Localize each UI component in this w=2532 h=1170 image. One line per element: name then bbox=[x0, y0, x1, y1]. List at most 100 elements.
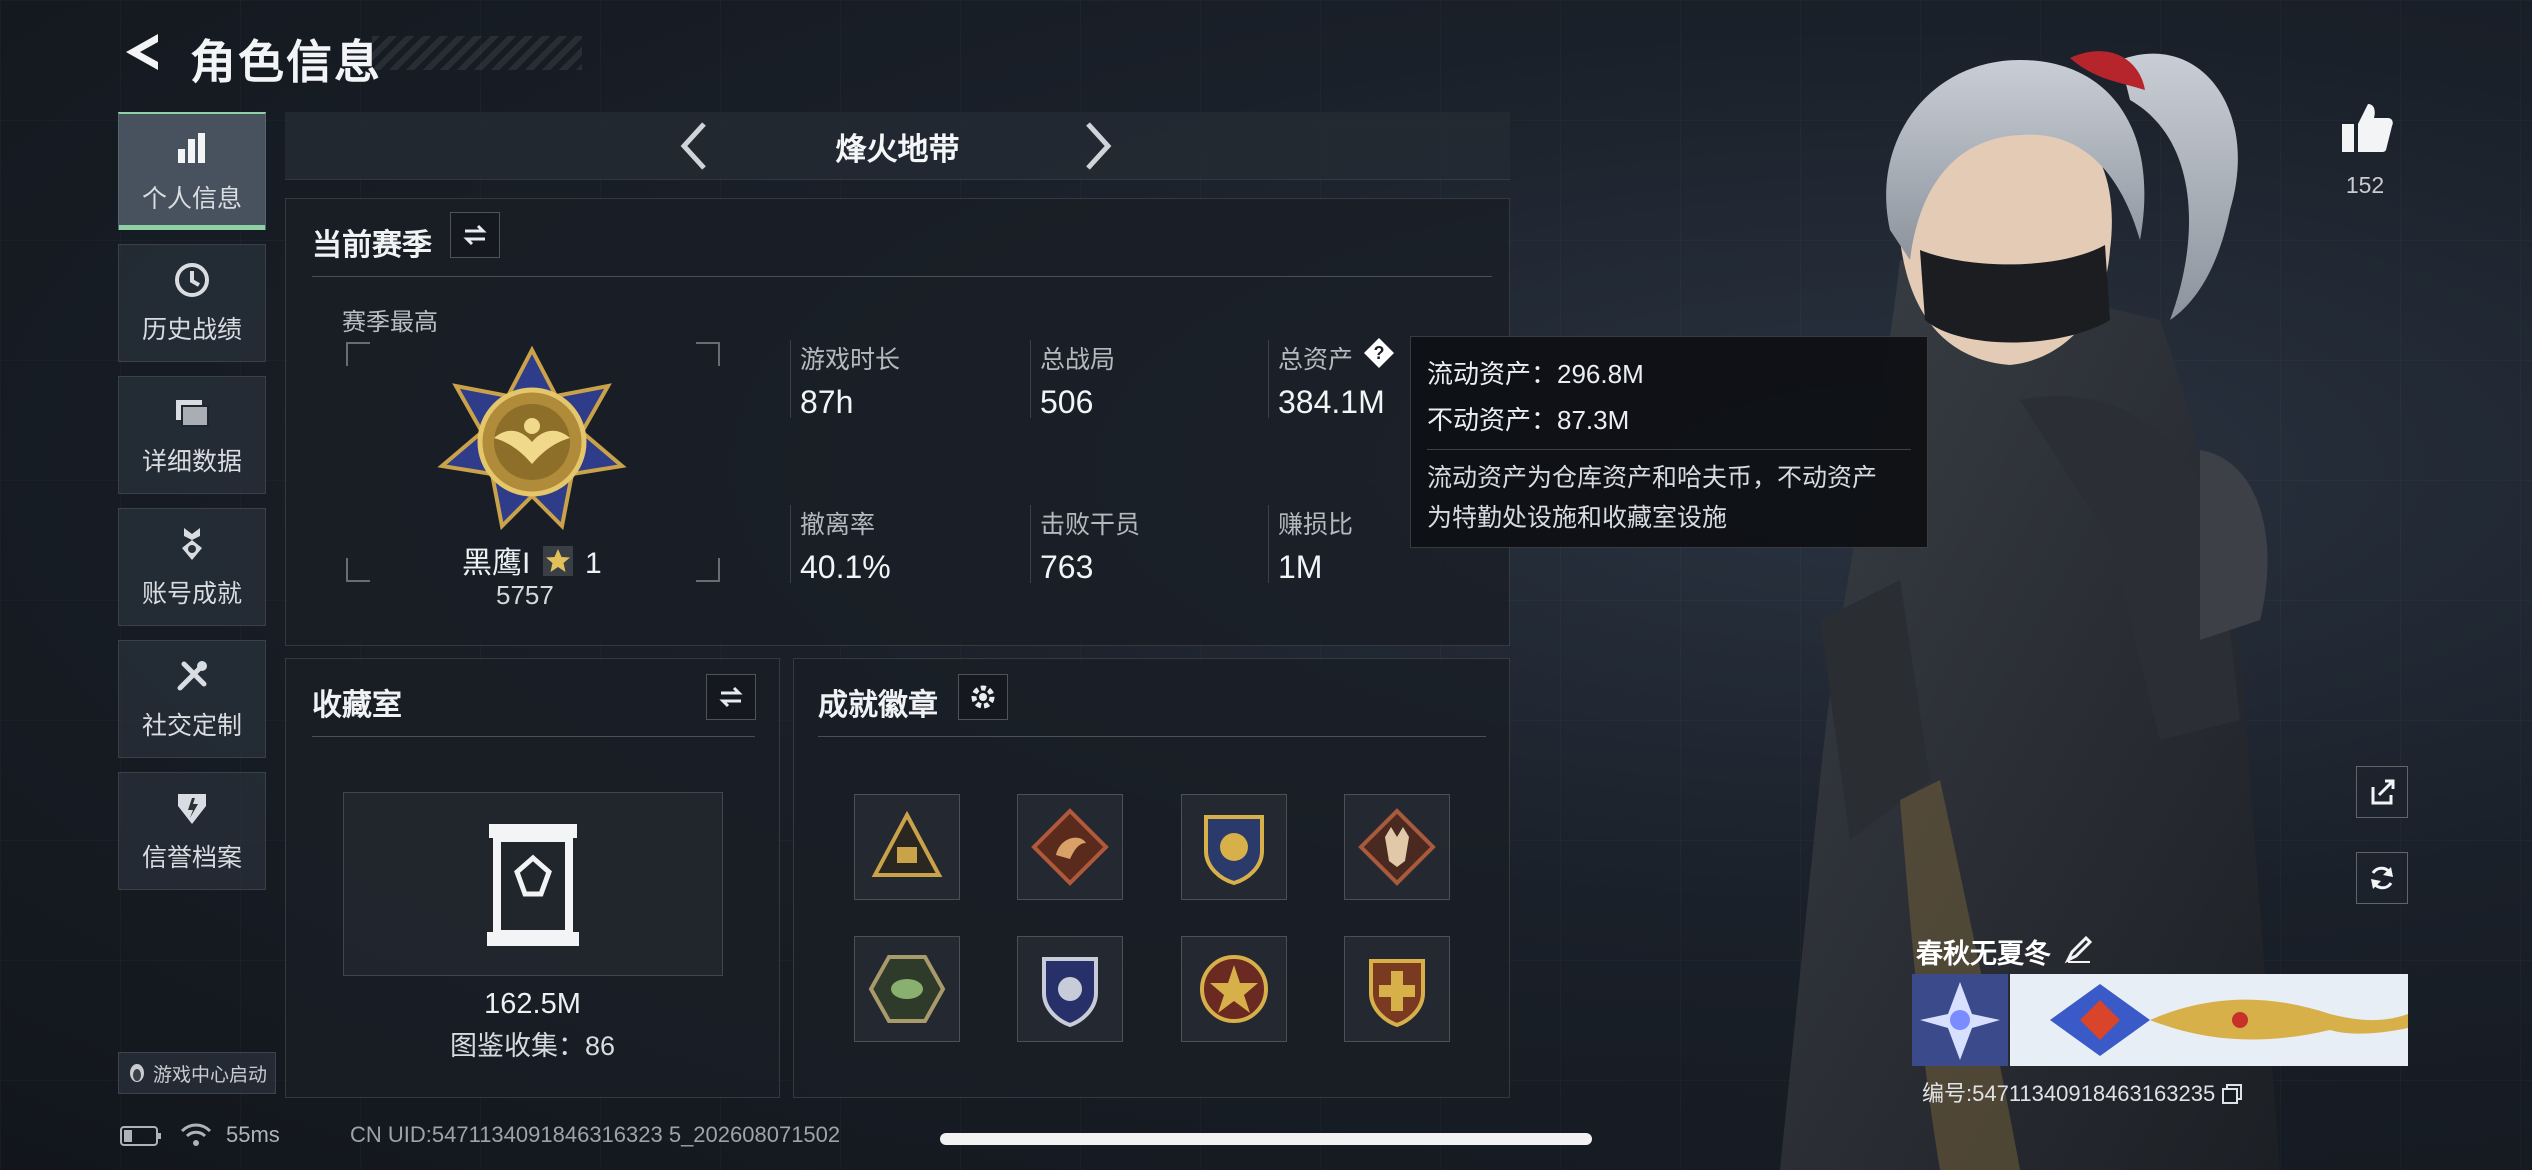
tooltip-liquid-assets: 流动资产：296.8M bbox=[1427, 359, 1644, 389]
penguin-icon bbox=[129, 1064, 144, 1082]
stat-value-total-assets: 384.1M bbox=[1278, 384, 1385, 420]
swap-icon bbox=[719, 686, 743, 708]
dragon-badge-icon bbox=[1031, 808, 1109, 886]
eagle-shield-badge-icon bbox=[1204, 815, 1264, 886]
stat-value-extract-rate: 40.1% bbox=[800, 549, 891, 585]
badge-wolf[interactable] bbox=[1344, 794, 1450, 900]
uid-readout: CN UID:5471134091846316323 5_20260807150… bbox=[350, 1122, 841, 1147]
character-id-text: 编号:5471134091846316323​5 bbox=[1922, 1081, 2216, 1106]
stat-value-matches: 506 bbox=[1040, 384, 1094, 420]
stat-separator bbox=[790, 505, 791, 583]
nav-label: 信誉档案 bbox=[141, 844, 242, 872]
stat-value-playtime: 87h bbox=[800, 384, 854, 420]
game-center-label: 游戏中心启动 bbox=[152, 1064, 267, 1086]
badge-pyramid[interactable] bbox=[854, 794, 960, 900]
stat-separator bbox=[1268, 340, 1269, 418]
share-icon bbox=[2371, 779, 2395, 805]
badge-dragon[interactable] bbox=[1017, 794, 1123, 900]
cross-shield-badge-icon bbox=[1369, 959, 1425, 1028]
rank-name-row: 黑鹰I 1 bbox=[462, 538, 602, 582]
rank-stars: 1 bbox=[585, 547, 602, 580]
stat-separator bbox=[790, 340, 791, 418]
clock-icon bbox=[175, 263, 209, 297]
rank-eagle-emblem-icon bbox=[437, 346, 627, 531]
wolf-badge-icon bbox=[1358, 808, 1436, 886]
badge-star-emblem[interactable] bbox=[1181, 936, 1287, 1042]
stat-value-profit-ratio: 1M bbox=[1278, 549, 1323, 585]
medal-icon bbox=[182, 528, 202, 560]
character-name: 春秋无夏冬 bbox=[1916, 939, 2051, 969]
edit-pencil-icon[interactable] bbox=[2064, 934, 2094, 964]
thumbs-up-icon[interactable] bbox=[2338, 100, 2394, 156]
name-card-banner bbox=[2010, 974, 2408, 1066]
nav-item-history[interactable]: 历史战绩 bbox=[118, 244, 266, 362]
hornet-badge-icon bbox=[868, 955, 946, 1023]
share-button[interactable] bbox=[2356, 766, 2408, 818]
stat-value-kills: 763 bbox=[1040, 549, 1094, 585]
refresh-button[interactable] bbox=[2356, 852, 2408, 904]
collection-count: 图鉴收集：86 bbox=[449, 1031, 616, 1061]
badge-hornet[interactable] bbox=[854, 936, 960, 1042]
badge-cross-shield[interactable] bbox=[1344, 936, 1450, 1042]
badge-blue-shield[interactable] bbox=[1017, 936, 1123, 1042]
display-case-icon bbox=[487, 824, 579, 946]
name-card-avatar bbox=[1912, 974, 2008, 1066]
nav-item-personal-info[interactable]: 个人信息 bbox=[118, 112, 266, 230]
game-center-launch-button[interactable]: 游戏中心启动 bbox=[118, 1052, 276, 1094]
collection-divider bbox=[312, 736, 755, 737]
stat-separator bbox=[1030, 505, 1031, 583]
help-icon[interactable]: ? bbox=[1362, 336, 1396, 370]
page-title: 角色信息 bbox=[190, 36, 382, 88]
nav-item-reputation[interactable]: 信誉档案 bbox=[118, 772, 266, 890]
wifi-icon bbox=[180, 1123, 212, 1146]
character-id: 编号:5471134091846316323​5 bbox=[1922, 1076, 2243, 1108]
mode-title: 烽火地带 bbox=[835, 132, 960, 167]
nav-item-detailed-data[interactable]: 详细数据 bbox=[118, 376, 266, 494]
collection-switch-button[interactable] bbox=[706, 674, 756, 720]
nav-item-achievements[interactable]: 账号成就 bbox=[118, 508, 266, 626]
refresh-icon bbox=[2371, 866, 2393, 890]
stat-label-profit-ratio: 赚损比 bbox=[1278, 511, 1354, 539]
title-decoration bbox=[372, 36, 582, 70]
season-divider bbox=[312, 276, 1492, 277]
tooltip-divider bbox=[1427, 449, 1911, 450]
tooltip-fixed-assets: 不动资产：87.3M bbox=[1427, 405, 1630, 435]
season-switch-button[interactable] bbox=[450, 212, 500, 258]
tooltip-desc-line2: 为特勤处设施和收藏室设施 bbox=[1427, 504, 1728, 532]
nav-item-social[interactable]: 社交定制 bbox=[118, 640, 266, 758]
nav-label: 账号成就 bbox=[141, 580, 242, 608]
stat-label-total-assets: 总资产 bbox=[1278, 346, 1354, 374]
bar-chart-icon bbox=[178, 132, 205, 163]
nav-label: 历史战绩 bbox=[141, 316, 242, 344]
rank-score: 5757 bbox=[496, 580, 554, 610]
pyramid-badge-icon bbox=[871, 810, 943, 877]
season-title: 当前赛季 bbox=[312, 229, 432, 262]
tooltip-desc-line1: 流动资产为仓库资产和哈夫币，不动资产 bbox=[1427, 464, 1878, 492]
season-best-label: 赛季最高 bbox=[342, 309, 438, 336]
badge-settings-button[interactable] bbox=[958, 674, 1008, 720]
home-indicator[interactable] bbox=[940, 1133, 1592, 1145]
back-arrow-icon[interactable] bbox=[118, 28, 166, 76]
gear-icon bbox=[971, 685, 995, 709]
svg-text:?: ? bbox=[1374, 343, 1385, 363]
copy-icon[interactable] bbox=[2221, 1083, 2243, 1105]
like-count: 152 bbox=[2345, 172, 2385, 198]
collection-title: 收藏室 bbox=[312, 689, 402, 722]
stat-label-matches: 总战局 bbox=[1040, 346, 1116, 374]
star-emblem-badge-icon bbox=[1200, 955, 1268, 1023]
star-icon bbox=[542, 546, 573, 576]
stat-separator bbox=[1268, 505, 1269, 583]
collection-value: 162.5M bbox=[484, 988, 581, 1020]
shield-icon bbox=[178, 794, 206, 824]
badge-divider bbox=[818, 736, 1486, 737]
battery-icon bbox=[120, 1126, 161, 1146]
chevron-right-icon[interactable] bbox=[1072, 118, 1122, 174]
latency-readout: 55ms bbox=[226, 1122, 280, 1147]
stat-label-kills: 击败干员 bbox=[1040, 511, 1141, 539]
folder-icon bbox=[176, 400, 209, 427]
nav-label: 社交定制 bbox=[141, 712, 242, 740]
stat-separator bbox=[1030, 340, 1031, 418]
nav-label: 个人信息 bbox=[141, 184, 242, 213]
badge-eagle-shield[interactable] bbox=[1181, 794, 1287, 900]
rank-name: 黑鹰I bbox=[462, 547, 531, 580]
